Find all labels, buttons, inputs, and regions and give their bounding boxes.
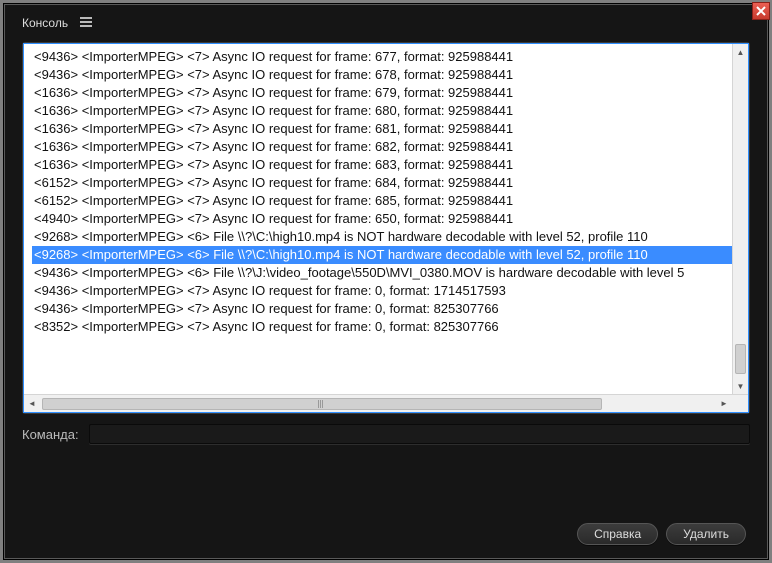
console-line[interactable]: <9436> <ImporterMPEG> <7> Async IO reque… [32, 66, 740, 84]
scroll-thumb[interactable] [735, 344, 746, 374]
help-button[interactable]: Справка [577, 523, 658, 545]
console-line[interactable]: <1636> <ImporterMPEG> <7> Async IO reque… [32, 156, 740, 174]
window-title: Консоль [22, 16, 68, 30]
scroll-right-arrow-icon[interactable]: ► [716, 399, 732, 408]
grip-icon [318, 400, 326, 408]
console-line[interactable]: <9268> <ImporterMPEG> <6> File \\?\C:\hi… [32, 246, 740, 264]
panel-menu-icon[interactable] [80, 16, 92, 30]
scroll-track[interactable] [733, 60, 748, 378]
console-line[interactable]: <9436> <ImporterMPEG> <7> Async IO reque… [32, 48, 740, 66]
console-line[interactable]: <9268> <ImporterMPEG> <6> File \\?\C:\hi… [32, 228, 740, 246]
scroll-up-arrow-icon[interactable]: ▲ [733, 44, 748, 60]
hscroll-thumb[interactable] [42, 398, 602, 410]
close-button[interactable] [752, 2, 770, 20]
console-line[interactable]: <9436> <ImporterMPEG> <7> Async IO reque… [32, 282, 740, 300]
command-input[interactable] [89, 424, 750, 444]
close-icon [756, 6, 766, 16]
console-line[interactable]: <1636> <ImporterMPEG> <7> Async IO reque… [32, 84, 740, 102]
button-bar: Справка Удалить [577, 523, 746, 545]
content-frame: <9436> <ImporterMPEG> <7> Async IO reque… [22, 42, 750, 414]
command-label: Команда: [22, 427, 79, 442]
console-lines: <9436> <ImporterMPEG> <7> Async IO reque… [24, 44, 748, 394]
console-line[interactable]: <4940> <ImporterMPEG> <7> Async IO reque… [32, 210, 740, 228]
header: Консоль [4, 4, 768, 42]
console-line[interactable]: <1636> <ImporterMPEG> <7> Async IO reque… [32, 120, 740, 138]
horizontal-scrollbar[interactable]: ◄ ► [24, 394, 748, 412]
delete-button[interactable]: Удалить [666, 523, 746, 545]
console-line[interactable]: <8352> <ImporterMPEG> <7> Async IO reque… [32, 318, 740, 336]
console-textarea[interactable]: <9436> <ImporterMPEG> <7> Async IO reque… [23, 43, 749, 413]
console-line[interactable]: <6152> <ImporterMPEG> <7> Async IO reque… [32, 192, 740, 210]
command-row: Команда: [22, 424, 750, 444]
console-line[interactable]: <9436> <ImporterMPEG> <6> File \\?\J:\vi… [32, 264, 740, 282]
hscroll-track[interactable] [40, 397, 716, 411]
console-line[interactable]: <1636> <ImporterMPEG> <7> Async IO reque… [32, 102, 740, 120]
vertical-scrollbar[interactable]: ▲ ▼ [732, 44, 748, 394]
console-line[interactable]: <6152> <ImporterMPEG> <7> Async IO reque… [32, 174, 740, 192]
scroll-down-arrow-icon[interactable]: ▼ [733, 378, 748, 394]
console-line[interactable]: <1636> <ImporterMPEG> <7> Async IO reque… [32, 138, 740, 156]
console-line[interactable]: <9436> <ImporterMPEG> <7> Async IO reque… [32, 300, 740, 318]
console-window: Консоль <9436> <ImporterMPEG> <7> Async … [3, 3, 769, 560]
scroll-left-arrow-icon[interactable]: ◄ [24, 399, 40, 408]
